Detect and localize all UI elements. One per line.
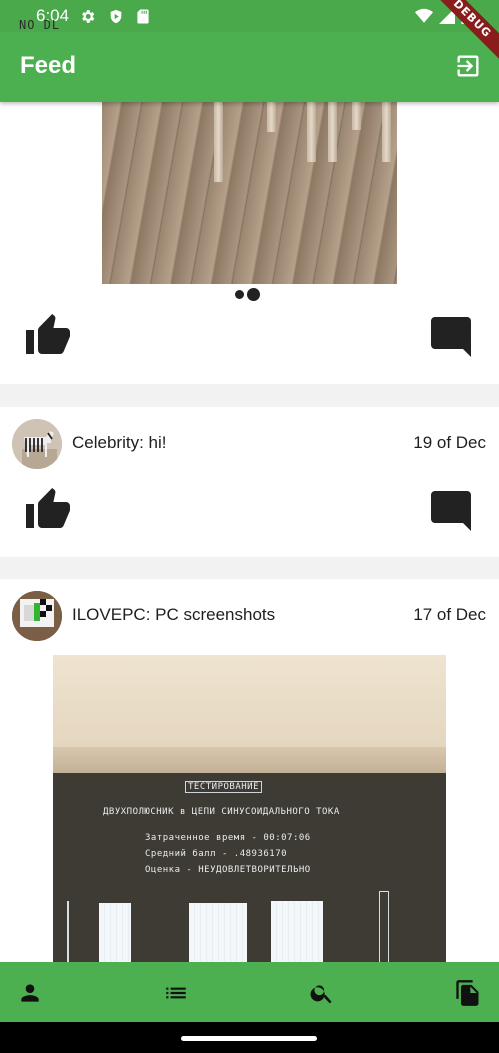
- pc-avatar-icon[interactable]: [12, 591, 62, 641]
- screen-line: Средний балл - .48936170: [145, 849, 288, 859]
- post-header: ILOVEPC: PC screenshots 17 of Dec: [0, 586, 499, 646]
- feed-list[interactable]: Celebrity: hi! 19 of Dec ILOVEPC: PC scr…: [0, 102, 499, 962]
- thumb-up-icon[interactable]: [22, 312, 74, 360]
- page-title: Feed: [20, 52, 77, 79]
- copy-icon: [456, 980, 479, 1006]
- nav-copy[interactable]: [452, 977, 484, 1009]
- screen-line: ТЕСТИРОВАНИЕ: [185, 781, 263, 793]
- wifi-icon: [415, 8, 433, 23]
- post-text: ILOVEPC: PC screenshots: [72, 605, 276, 624]
- signal-icon: [439, 7, 455, 24]
- post-card: Celebrity: hi! 19 of Dec: [0, 407, 499, 557]
- thumb-up-icon[interactable]: [22, 486, 74, 534]
- post-date: 17 of Dec: [413, 605, 486, 624]
- post-header: Celebrity: hi! 19 of Dec: [0, 414, 499, 474]
- shield-play-icon: [110, 9, 122, 24]
- post-image[interactable]: [102, 102, 397, 284]
- nav-search[interactable]: [306, 977, 338, 1009]
- pc-screen: ТЕСТИРОВАНИЕ ДВУХПОЛЮСНИК в ЦЕПИ СИНУСОИ…: [53, 773, 446, 962]
- comment-icon[interactable]: [425, 487, 477, 535]
- post-date: 19 of Dec: [413, 433, 486, 452]
- carousel-dot-active[interactable]: [247, 288, 260, 301]
- logout-icon[interactable]: [454, 52, 482, 80]
- post-card: [0, 102, 499, 384]
- sd-card-icon: [137, 9, 149, 24]
- post-text: Celebrity: hi!: [72, 433, 167, 452]
- post-image[interactable]: ТЕСТИРОВАНИЕ ДВУХПОЛЮСНИК в ЦЕПИ СИНУСОИ…: [53, 655, 446, 962]
- nav-list[interactable]: [160, 977, 192, 1009]
- comment-icon[interactable]: [425, 313, 477, 361]
- post-card: ILOVEPC: PC screenshots 17 of Dec ТЕСТИР…: [0, 579, 499, 962]
- battery-icon: [461, 7, 471, 24]
- carousel-indicator: [235, 288, 260, 301]
- bottom-nav: [0, 962, 499, 1022]
- screen-line: Затраченное время - 00:07:06: [145, 833, 311, 843]
- screen-line: ДВУХПОЛЮСНИК в ЦЕПИ СИНУСОИДАЛЬНОГО ТОКА: [103, 807, 340, 817]
- search-icon: [310, 985, 332, 1004]
- gesture-handle[interactable]: [181, 1036, 317, 1041]
- app-bar: Feed: [0, 32, 499, 102]
- zebra-avatar-icon[interactable]: [12, 419, 62, 469]
- carousel-dot[interactable]: [235, 290, 244, 299]
- gesture-bar: [0, 1022, 499, 1053]
- nav-profile[interactable]: [14, 977, 46, 1009]
- status-overlay-text: NO DL: [19, 18, 61, 32]
- gear-icon: [82, 10, 95, 23]
- list-icon: [166, 987, 186, 999]
- person-icon: [21, 984, 39, 1002]
- status-bar: 6:04 NO DL: [0, 0, 499, 32]
- screen-line: Оценка - НЕУДОВЛЕТВОРИТЕЛЬНО: [145, 865, 311, 875]
